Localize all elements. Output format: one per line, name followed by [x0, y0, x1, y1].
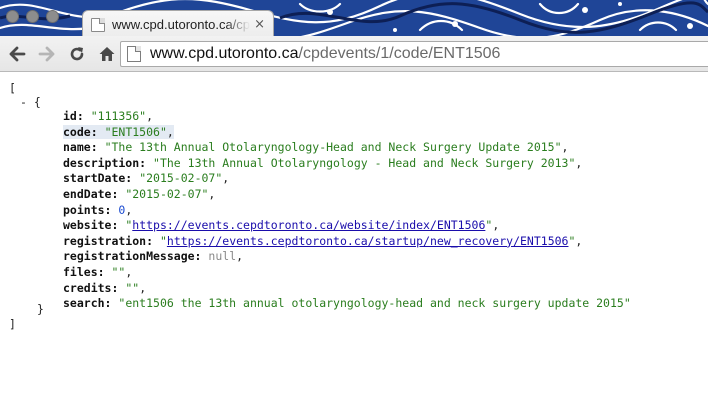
json-field-registrationMessage: registrationMessage: null, [63, 249, 243, 264]
url-path: /cpdevents/1/code/ENT1506 [298, 45, 501, 62]
json-field-id: id: "111356", [63, 109, 153, 124]
json-link-value[interactable]: https://events.cepdtoronto.ca/website/in… [132, 218, 485, 232]
json-key: credits: [63, 280, 119, 295]
json-object-collapse-toggle[interactable]: - { [20, 95, 41, 110]
json-key: registrationMessage: [63, 249, 202, 264]
json-value: "ENT1506" [104, 124, 167, 139]
json-value: "The 13th Annual Otolaryngology - Head a… [153, 155, 576, 170]
json-field-row: search: "ent1506 the 13th annual otolary… [63, 296, 631, 310]
json-field-description: description: "The 13th Annual Otolaryngo… [63, 156, 582, 171]
json-key: website: [63, 218, 119, 233]
json-key: startDate: [63, 171, 133, 186]
json-field-endDate: endDate: "2015-02-07", [63, 187, 215, 202]
json-comma: , [208, 187, 216, 201]
json-value: "2015-02-07" [139, 171, 223, 186]
json-comma: , [561, 140, 569, 155]
json-field-row: endDate: "2015-02-07", [63, 187, 215, 201]
json-field-code: code: "ENT1506", [63, 124, 174, 140]
json-value: "2015-02-07" [125, 187, 209, 201]
json-field-name: name: "The 13th Annual Otolaryngology-He… [63, 140, 568, 155]
tab-active[interactable]: www.cpd.utoronto.ca/cpdevents/1/code/ENT… [82, 10, 274, 36]
json-field-row: startDate: "2015-02-07", [63, 171, 229, 185]
json-field-row: points: 0, [63, 203, 132, 217]
json-key: id: [63, 109, 84, 123]
json-value: null [208, 249, 237, 264]
json-comma: , [125, 265, 133, 279]
json-value: "" [111, 265, 126, 279]
json-value: "ent1506 the 13th annual otolaryngology-… [118, 296, 631, 311]
json-comma: , [146, 109, 154, 123]
json-comma: , [166, 124, 174, 139]
json-comma: , [125, 202, 133, 217]
json-field-files: files: "", [63, 265, 132, 280]
page-icon [127, 46, 141, 62]
json-quote: " [159, 233, 167, 248]
json-field-row: registration: "https://events.cepdtoront… [63, 234, 582, 248]
json-close-bracket: ] [9, 317, 16, 331]
json-key: code: [63, 124, 98, 139]
json-comma: , [575, 233, 583, 248]
json-field-search: search: "ent1506 the 13th annual otolary… [63, 296, 631, 311]
json-value: "https://events.cepdtoronto.ca/website/i… [125, 218, 492, 232]
json-key: search: [63, 296, 112, 311]
json-field-row: website: "https://events.cepdtoronto.ca/… [63, 218, 499, 232]
json-field-row: code: "ENT1506", [63, 124, 174, 139]
json-field-row: credits: "", [63, 281, 146, 295]
json-value: "" [125, 280, 140, 295]
json-value: "https://events.cepdtoronto.ca/startup/n… [160, 234, 575, 248]
json-viewer: [ - { id: "111356", code: "ENT1506", name:… [0, 73, 708, 406]
json-field-credits: credits: "", [63, 281, 146, 296]
json-key: name: [63, 140, 98, 155]
tab-close-icon[interactable]: × [254, 18, 265, 31]
json-comma: , [575, 155, 583, 170]
json-value: "The 13th Annual Otolaryngology-Head and… [104, 140, 562, 155]
forward-icon [38, 46, 55, 61]
json-comma: , [236, 249, 244, 264]
json-field-row: id: "111356", [63, 109, 153, 123]
json-key: files: [63, 265, 105, 279]
url-host: www.cpd.utoronto.ca [150, 45, 299, 62]
json-key: points: [63, 202, 112, 217]
json-comma: , [222, 171, 230, 186]
browser-toolbar: www.cpd.utoronto.ca/cpdevents/1/code/ENT… [0, 36, 708, 72]
forward-button[interactable] [34, 41, 60, 67]
json-key: endDate: [63, 187, 119, 201]
json-open-bracket: [ [9, 81, 16, 95]
json-field-row: name: "The 13th Annual Otolaryngology-He… [63, 140, 568, 154]
page-favicon-icon [91, 17, 105, 32]
tab-title: www.cpd.utoronto.ca/cpdevents/1/code/ENT… [112, 17, 251, 32]
json-key: description: [63, 155, 147, 170]
json-comma: , [139, 280, 147, 295]
json-field-startDate: startDate: "2015-02-07", [63, 171, 229, 186]
home-button[interactable] [94, 41, 120, 67]
json-field-row: registrationMessage: null, [63, 249, 243, 263]
reload-icon [70, 46, 84, 60]
json-field-row: description: "The 13th Annual Otolaryngo… [63, 156, 582, 170]
json-value: "111356" [90, 109, 147, 123]
json-close-brace: } [37, 302, 44, 316]
window-close-dot[interactable] [6, 10, 19, 23]
reload-button[interactable] [64, 41, 90, 67]
address-bar[interactable]: www.cpd.utoronto.ca/cpdevents/1/code/ENT… [120, 41, 708, 67]
back-button[interactable] [4, 41, 30, 67]
json-field-registration: registration: "https://events.cepdtoront… [63, 234, 582, 249]
json-field-website: website: "https://events.cepdtoronto.ca/… [63, 218, 499, 233]
json-comma: , [492, 218, 500, 233]
window-minimize-dot[interactable] [26, 10, 39, 23]
json-link-value[interactable]: https://events.cepdtoronto.ca/startup/ne… [167, 234, 569, 248]
home-icon [99, 46, 115, 61]
json-field-row: files: "", [63, 265, 132, 279]
tab-strip: www.cpd.utoronto.ca/cpdevents/1/code/ENT… [0, 0, 708, 36]
json-field-points: points: 0, [63, 203, 132, 218]
back-icon [9, 46, 26, 61]
json-key: registration: [63, 233, 154, 248]
window-zoom-dot[interactable] [46, 10, 59, 23]
